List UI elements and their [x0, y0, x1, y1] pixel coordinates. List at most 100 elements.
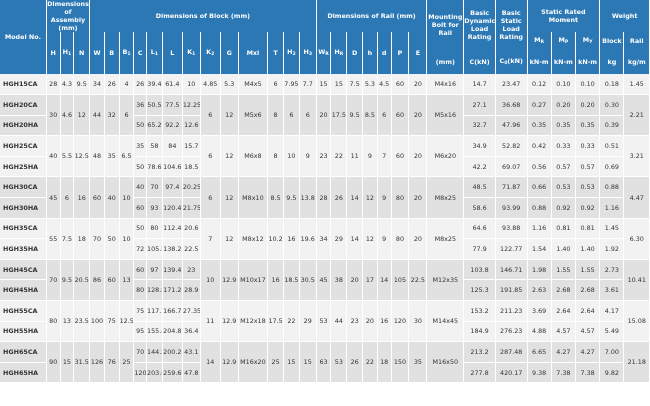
value-cell: 44 — [89, 94, 105, 137]
model-cell: HGH15CA — [0, 74, 47, 96]
value-cell: 15 — [60, 341, 75, 384]
value-cell: 7 — [200, 218, 221, 260]
col-h3: H3 — [299, 32, 317, 74]
value-cell: 70 — [46, 259, 61, 302]
value-cell: M4x16 — [426, 74, 465, 96]
value-cell: 0.33 — [551, 135, 576, 157]
col-wr: WR — [316, 32, 332, 74]
value-cell: 27.1 — [463, 94, 496, 116]
value-cell: 0.30 — [599, 94, 625, 116]
value-cell: 104.6 — [162, 156, 183, 178]
value-cell: 20 — [408, 218, 428, 260]
value-cell: 77.5 — [162, 94, 183, 116]
value-cell: 0.81 — [575, 218, 601, 240]
col-rail-weight: Rail — [623, 32, 650, 50]
value-cell: 39.4 — [146, 74, 163, 96]
value-cell: 5.3 — [362, 74, 378, 96]
value-cell: 21.75 — [182, 197, 201, 219]
value-cell: 71.87 — [495, 176, 528, 199]
value-cell: 28 — [316, 176, 332, 219]
value-cell: 12 — [362, 176, 378, 219]
value-cell: 20 — [408, 94, 428, 137]
value-cell: 166.7 — [162, 300, 183, 322]
value-cell: 12.9 — [220, 259, 239, 302]
value-cell: 277.8 — [463, 362, 496, 384]
col-mr: MR — [527, 32, 552, 50]
col-k2: K2 — [200, 32, 221, 74]
model-cell: HGH45HA — [0, 279, 47, 302]
value-cell: 47.96 — [495, 115, 528, 137]
value-cell: 0.42 — [527, 135, 552, 157]
value-cell: 93 — [146, 197, 163, 219]
value-cell: 93.99 — [495, 197, 528, 219]
value-cell: 4.57 — [551, 321, 576, 343]
unit-rail: kg/m — [623, 50, 650, 74]
value-cell: 35 — [104, 135, 120, 178]
value-cell: 3.21 — [623, 135, 650, 178]
value-cell: 80 — [391, 218, 410, 260]
table-row: HGH25CA 40 5.5 12.5 48 35 6.5 35 58 84 15.7 6 12 M6x8… — [0, 135, 650, 178]
value-cell: 19.6 — [299, 218, 317, 260]
value-cell: 36.68 — [495, 94, 528, 116]
model-cell: HGH35HA — [0, 238, 47, 260]
value-cell: 4.5 — [377, 74, 392, 96]
model-cell: HGH30CA — [0, 176, 47, 199]
table-row: HGH20CA 30 4.6 12 44 32 6 36 50.5 77.5 12.25 6 12 M5x… — [0, 94, 650, 137]
value-cell: 0.92 — [575, 197, 601, 219]
value-cell: 6 — [119, 94, 135, 137]
value-cell: 1.54 — [527, 238, 552, 260]
value-cell: 75 — [133, 300, 147, 322]
value-cell: 75 — [104, 300, 120, 343]
value-cell: 84 — [162, 135, 183, 157]
table-row: HGH30CA 45 6 16 60 40 10 40 70 97.4 20.25 6 12 M8x10 8… — [0, 176, 650, 219]
value-cell: 25 — [267, 341, 284, 384]
col-e: E — [408, 32, 428, 74]
value-cell: 0.35 — [551, 115, 576, 137]
value-cell: 0.27 — [527, 94, 552, 116]
value-cell: 184.9 — [463, 321, 496, 343]
value-cell: 6 — [267, 74, 284, 96]
value-cell: 191.85 — [495, 279, 528, 302]
value-cell: 12 — [220, 135, 239, 178]
value-cell: 0.69 — [599, 156, 625, 178]
model-cell: HGH45CA — [0, 259, 47, 281]
value-cell: 2.64 — [575, 300, 601, 322]
value-cell: 4.88 — [527, 321, 552, 343]
col-w: W — [89, 32, 105, 74]
value-cell: 15 — [299, 341, 317, 384]
value-cell: 105 — [391, 259, 410, 302]
value-cell: 20.6 — [182, 218, 201, 240]
value-cell: M12x18 — [238, 300, 269, 343]
value-cell: 77.9 — [463, 238, 496, 260]
value-cell: 50 — [104, 218, 120, 260]
value-cell: 1.98 — [527, 259, 552, 281]
value-cell: 10 — [200, 259, 221, 302]
value-cell: 126 — [89, 341, 105, 384]
value-cell: 8 — [267, 94, 284, 137]
value-cell: 11 — [200, 300, 221, 343]
value-cell: 287.48 — [495, 341, 528, 363]
value-cell: 38 — [330, 259, 348, 302]
value-cell: 4.27 — [551, 341, 576, 363]
header-assembly: Dimensions of Assembly (mm) — [46, 0, 91, 32]
value-cell: 70 — [133, 341, 147, 363]
value-cell: 0.20 — [551, 94, 576, 116]
value-cell: 204.8 — [162, 321, 183, 343]
value-cell: 35 — [133, 135, 147, 157]
value-cell: 34 — [89, 74, 105, 96]
value-cell: 53 — [330, 341, 348, 384]
value-cell: 43.1 — [182, 341, 201, 363]
value-cell: 52.82 — [495, 135, 528, 157]
value-cell: 9 — [362, 135, 378, 178]
value-cell: 20 — [408, 74, 428, 96]
value-cell: 17.5 — [330, 94, 348, 137]
value-cell: 27.35 — [182, 300, 201, 322]
value-cell: 6 — [60, 176, 75, 219]
value-cell: M6x20 — [426, 135, 465, 178]
value-cell: 2.68 — [575, 279, 601, 302]
value-cell: 0.18 — [599, 74, 625, 96]
value-cell: 36.4 — [182, 321, 201, 343]
value-cell: 28 — [46, 74, 61, 96]
value-cell: 93.88 — [495, 218, 528, 240]
value-cell: 20 — [316, 94, 332, 137]
